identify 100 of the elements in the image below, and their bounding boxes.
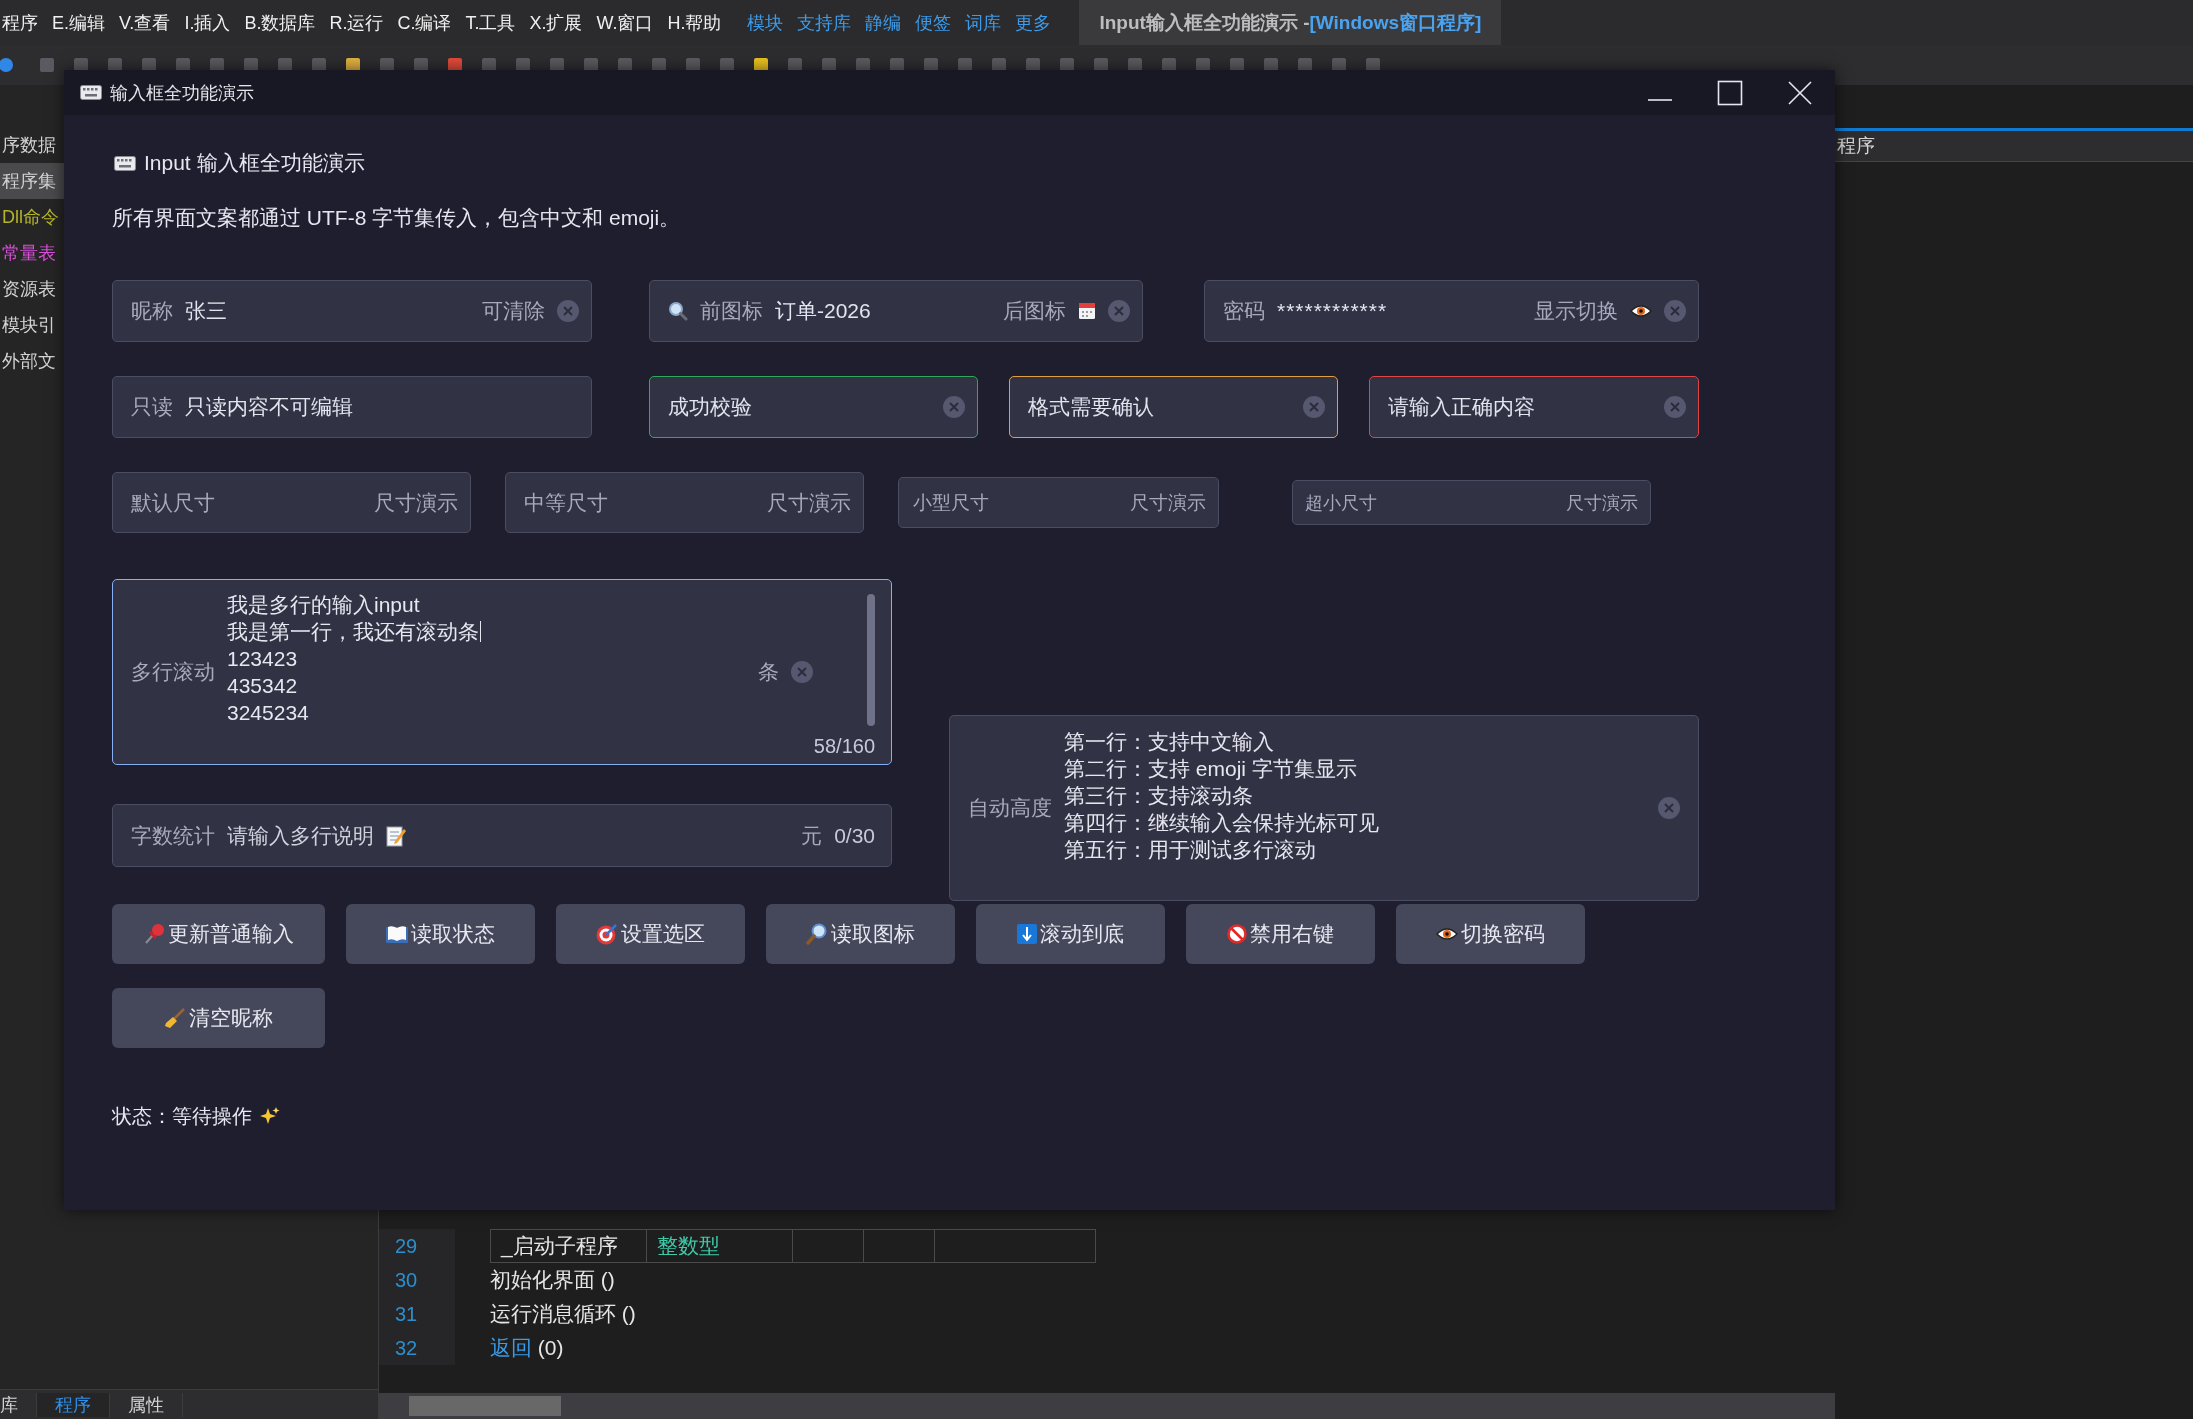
field-suffix: 后图标 <box>1003 298 1066 324</box>
description: 所有界面文案都通过 UTF-8 字节集传入，包含中文和 emoji。 <box>112 205 682 231</box>
input-field[interactable]: 请输入正确内容 <box>1369 376 1699 438</box>
tab[interactable]: 程序 <box>37 1392 110 1417</box>
field-value: 请输入正确内容 <box>1388 394 1536 420</box>
clear-icon[interactable] <box>791 661 813 683</box>
clear-icon[interactable] <box>1664 300 1686 322</box>
toolbar-link[interactable]: 词库 <box>965 10 1002 35</box>
panel-title: 程序 <box>1836 134 1875 158</box>
menu-item[interactable]: T.工具 <box>465 10 516 35</box>
heading: Input 输入框全功能演示 <box>144 150 365 176</box>
text-line: 第三行：支持滚动条 <box>1064 782 1253 809</box>
field-label: 密码 <box>1223 298 1265 324</box>
toolbar-link[interactable]: 静编 <box>865 10 902 35</box>
action-button[interactable]: 禁用右键 <box>1186 904 1375 964</box>
input-field[interactable]: 小型尺寸 尺寸演示 <box>898 477 1219 528</box>
input-field[interactable]: 中等尺寸 尺寸演示 <box>505 472 864 533</box>
field-suffix: 尺寸演示 <box>767 489 851 516</box>
broom-icon <box>164 1007 186 1029</box>
window-title: 输入框全功能演示 <box>110 81 254 105</box>
book-icon <box>386 925 408 943</box>
pin-icon <box>143 923 165 945</box>
memo-icon <box>386 824 406 847</box>
action-button[interactable]: 读取图标 <box>766 904 955 964</box>
menu-item[interactable]: W.窗口 <box>596 10 654 35</box>
toolbar-link[interactable]: 支持库 <box>797 10 852 35</box>
input-field[interactable]: 格式需要确认 <box>1009 376 1338 438</box>
field-suffix: 尺寸演示 <box>1566 491 1638 515</box>
magnifier-icon <box>806 923 828 945</box>
text-line: 我是第一行，我还有滚动条 <box>227 618 479 645</box>
clear-icon[interactable] <box>1108 300 1130 322</box>
scrollbar[interactable] <box>867 594 875 726</box>
field-value: 只读内容不可编辑 <box>185 394 354 420</box>
input-field[interactable]: 字数统计 请输入多行说明 元 0/30 <box>112 804 892 867</box>
field-label: 自动高度 <box>968 795 1052 821</box>
input-field[interactable]: 默认尺寸 尺寸演示 <box>112 472 471 533</box>
menu-item[interactable]: 程序 <box>2 10 38 35</box>
eye-icon <box>1436 927 1458 941</box>
clear-icon[interactable] <box>1658 797 1680 819</box>
sparkle-icon <box>260 1106 280 1126</box>
close-icon[interactable] <box>1787 79 1813 106</box>
code-line: 返回 (0) <box>490 1335 564 1361</box>
calendar-icon <box>1078 302 1096 320</box>
field-suffix: 显示切换 <box>1534 298 1618 324</box>
field-value: 成功校验 <box>668 394 753 420</box>
clear-icon[interactable] <box>557 300 579 322</box>
field-label: 只读 <box>131 394 173 420</box>
maximize-icon[interactable] <box>1717 79 1743 106</box>
field-suffix: 可清除 <box>482 298 545 324</box>
code-line: 初始化界面 () <box>490 1267 615 1293</box>
input-field[interactable]: 成功校验 <box>649 376 978 438</box>
horizontal-scrollbar[interactable] <box>379 1393 1835 1419</box>
eye-icon[interactable] <box>1630 304 1652 318</box>
menu-item[interactable]: C.编译 <box>397 10 452 35</box>
target-icon <box>596 923 618 945</box>
line-number: 29 <box>379 1229 455 1263</box>
field-value: 格式需要确认 <box>1028 394 1155 420</box>
placeholder-text: 小型尺寸 <box>913 490 990 515</box>
menu-item[interactable]: B.数据库 <box>244 10 316 35</box>
text-line: 3245234 <box>227 700 309 725</box>
text-line: 第二行：支持 emoji 字节集显示 <box>1064 755 1357 782</box>
char-count: 0/30 <box>834 823 875 848</box>
input-field[interactable]: 昵称 张三 可清除 <box>112 280 592 342</box>
clear-icon[interactable] <box>1664 396 1686 418</box>
toolbar-link[interactable]: 模块 <box>747 10 784 35</box>
no-entry-icon <box>1227 924 1247 944</box>
field-suffix: 尺寸演示 <box>374 489 458 516</box>
menu-item[interactable]: V.查看 <box>119 10 171 35</box>
input-field[interactable]: 密码 ************ 显示切换 <box>1204 280 1699 342</box>
menu-item[interactable]: X.扩展 <box>529 10 583 35</box>
input-field[interactable]: 前图标 订单-2026 后图标 <box>649 280 1143 342</box>
menu-item[interactable]: R.运行 <box>329 10 384 35</box>
keyboard-icon <box>80 85 102 100</box>
toolbar-link[interactable]: 便签 <box>915 10 952 35</box>
placeholder-text: 请输入多行说明 <box>227 822 374 849</box>
action-button[interactable]: 更新普通输入 <box>112 904 325 964</box>
field-value: ************ <box>1277 299 1389 323</box>
action-button[interactable]: 读取状态 <box>346 904 535 964</box>
clear-icon[interactable] <box>943 396 965 418</box>
input-field[interactable]: 超小尺寸 尺寸演示 <box>1292 480 1651 525</box>
input-field[interactable]: 只读 只读内容不可编辑 <box>112 376 592 438</box>
action-button[interactable]: 设置选区 <box>556 904 745 964</box>
field-suffix: 条 <box>758 659 779 685</box>
field-value: 张三 <box>185 298 228 324</box>
field-suffix: 尺寸演示 <box>1130 490 1206 515</box>
tab[interactable]: 属性 <box>110 1392 183 1417</box>
action-button[interactable]: 清空昵称 <box>112 988 325 1048</box>
menu-item[interactable]: E.编辑 <box>52 10 105 35</box>
menu-item[interactable]: H.帮助 <box>667 10 722 35</box>
action-button[interactable]: 切换密码 <box>1396 904 1585 964</box>
toolbar-link[interactable]: 更多 <box>1015 10 1052 35</box>
document-tab[interactable]: Input输入框全功能演示 -[Windows窗口程序] <box>1079 0 1502 45</box>
field-label: 多行滚动 <box>131 659 215 685</box>
char-count: 58/160 <box>813 735 875 758</box>
clear-icon[interactable] <box>1303 396 1325 418</box>
placeholder-text: 中等尺寸 <box>524 489 609 516</box>
field-value: 订单-2026 <box>775 298 872 324</box>
action-button[interactable]: 滚动到底 <box>976 904 1165 964</box>
line-number: 32 <box>379 1331 455 1365</box>
menu-item[interactable]: I.插入 <box>184 10 231 35</box>
